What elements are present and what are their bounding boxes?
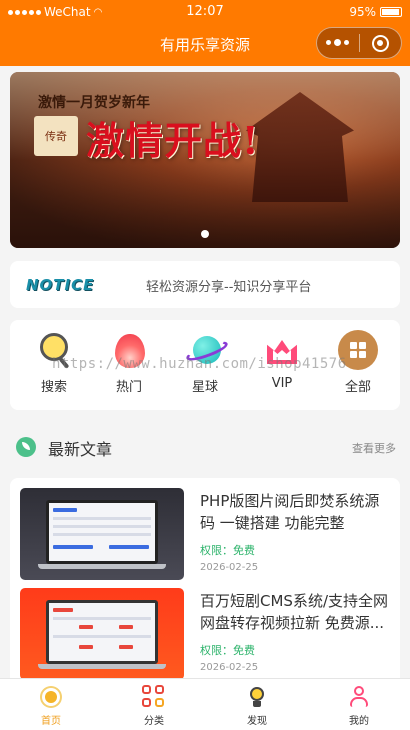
tab-category[interactable]: 分类	[124, 685, 184, 727]
battery-icon	[380, 7, 402, 17]
article-permission: 权限：免费	[200, 644, 255, 657]
close-circle-icon	[371, 34, 389, 52]
article-permission: 权限：免费	[200, 544, 255, 557]
banner-headline: 激情开战!	[86, 118, 260, 163]
watermark-text: https://www.huzhan.com/ishop41576	[52, 356, 347, 372]
top-navigation-bar: WeChat ◠ 12:07 95% 有用乐享资源	[0, 0, 410, 66]
banner-subtitle: 激情一月贺岁新年	[38, 95, 150, 111]
article-date: 2026-02-25	[200, 562, 259, 573]
article-list: PHP版图片阅后即焚系统源码 一键搭建 功能完整 权限：免费 2026-02-2…	[10, 478, 400, 678]
view-more-link[interactable]: 查看更多	[352, 440, 396, 456]
laptop-screenshot-image	[46, 500, 158, 564]
article-thumbnail	[20, 588, 184, 678]
tab-home[interactable]: 首页	[21, 685, 81, 727]
article-thumbnail	[20, 488, 184, 580]
leaf-icon	[16, 437, 36, 457]
article-title: 百万短剧CMS系统/支持全网网盘转存视频拉新 免费源...	[200, 592, 388, 632]
tab-label: 我的	[349, 716, 369, 727]
latest-articles-header: 最新文章 查看更多	[0, 432, 410, 460]
battery-percent: 95%	[349, 5, 376, 19]
banner-carousel[interactable]: 激情一月贺岁新年 传奇 激情开战!	[10, 72, 400, 248]
notice-logo: NOTICE	[26, 275, 95, 294]
notice-text: 轻松资源分享--知识分享平台	[146, 280, 312, 295]
tab-label: 首页	[41, 716, 61, 727]
bulb-icon	[245, 685, 269, 709]
bottom-tab-bar: 首页 分类 发现 我的	[0, 678, 410, 730]
laptop-base	[38, 564, 166, 569]
laptop-base	[38, 664, 166, 669]
miniprogram-capsule	[316, 27, 402, 59]
article-item[interactable]: PHP版图片阅后即焚系统源码 一键搭建 功能完整 权限：免费 2026-02-2…	[20, 488, 390, 580]
section-title: 最新文章	[48, 440, 113, 459]
notice-bar[interactable]: NOTICE 轻松资源分享--知识分享平台	[10, 261, 400, 308]
tab-label: 发现	[247, 716, 267, 727]
user-icon	[347, 685, 371, 709]
article-title: PHP版图片阅后即焚系统源码 一键搭建 功能完整	[200, 492, 380, 532]
menu-item-label: 全部	[344, 380, 371, 395]
carousel-indicator-dot[interactable]	[201, 230, 209, 238]
tab-label: 分类	[144, 716, 164, 727]
category-icon	[142, 685, 166, 709]
article-date: 2026-02-25	[200, 662, 259, 673]
tab-mine[interactable]: 我的	[329, 685, 389, 727]
menu-item-label: 星球	[191, 380, 218, 395]
status-bar: WeChat ◠ 12:07 95%	[0, 0, 410, 24]
more-options-icon[interactable]	[317, 39, 359, 46]
tab-discover[interactable]: 发现	[227, 685, 287, 727]
close-miniprogram-button[interactable]	[359, 34, 401, 52]
menu-item-label: 搜索	[40, 380, 67, 395]
laptop-screenshot-image	[46, 600, 158, 664]
menu-item-label: VIP	[271, 376, 293, 391]
banner-seal: 传奇	[34, 116, 78, 156]
battery-indicator: 95%	[349, 5, 402, 19]
menu-item-label: 热门	[115, 380, 142, 395]
article-item[interactable]: 百万短剧CMS系统/支持全网网盘转存视频拉新 免费源... 权限：免费 2026…	[20, 588, 390, 678]
sun-icon	[39, 685, 63, 709]
